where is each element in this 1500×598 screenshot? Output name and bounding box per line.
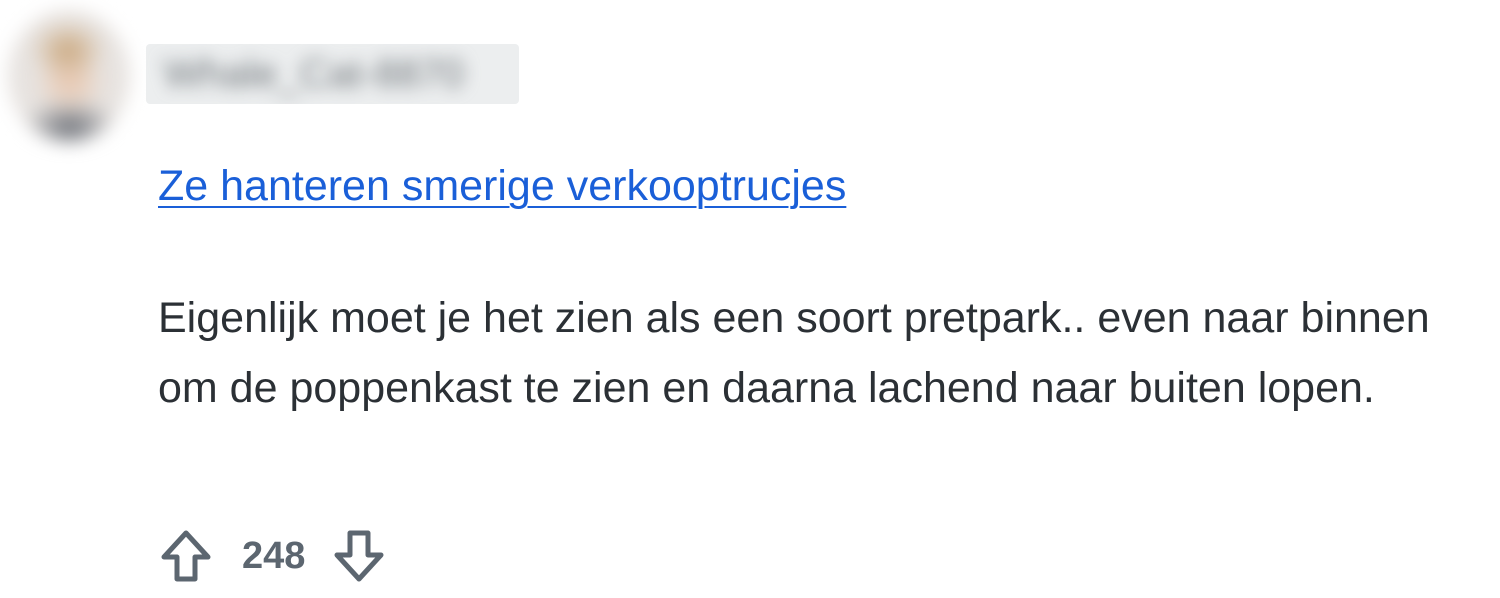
- vote-bar: 248: [158, 528, 387, 584]
- comment-link-title[interactable]: Ze hanteren smerige verkooptrucjes: [158, 160, 846, 212]
- vote-score: 248: [242, 535, 306, 577]
- upvote-button[interactable]: [158, 528, 214, 584]
- avatar[interactable]: [8, 10, 130, 142]
- downvote-button[interactable]: [331, 528, 387, 584]
- username: Whale_Cat-8870: [164, 52, 465, 96]
- username-redacted[interactable]: Whale_Cat-8870: [146, 44, 519, 104]
- arrow-up-icon: [161, 530, 211, 582]
- comment-card: Whale_Cat-8870 Ze hanteren smerige verko…: [0, 0, 1500, 598]
- comment-body: Eigenlijk moet je het zien als een soort…: [158, 294, 1430, 412]
- arrow-down-icon: [334, 530, 384, 582]
